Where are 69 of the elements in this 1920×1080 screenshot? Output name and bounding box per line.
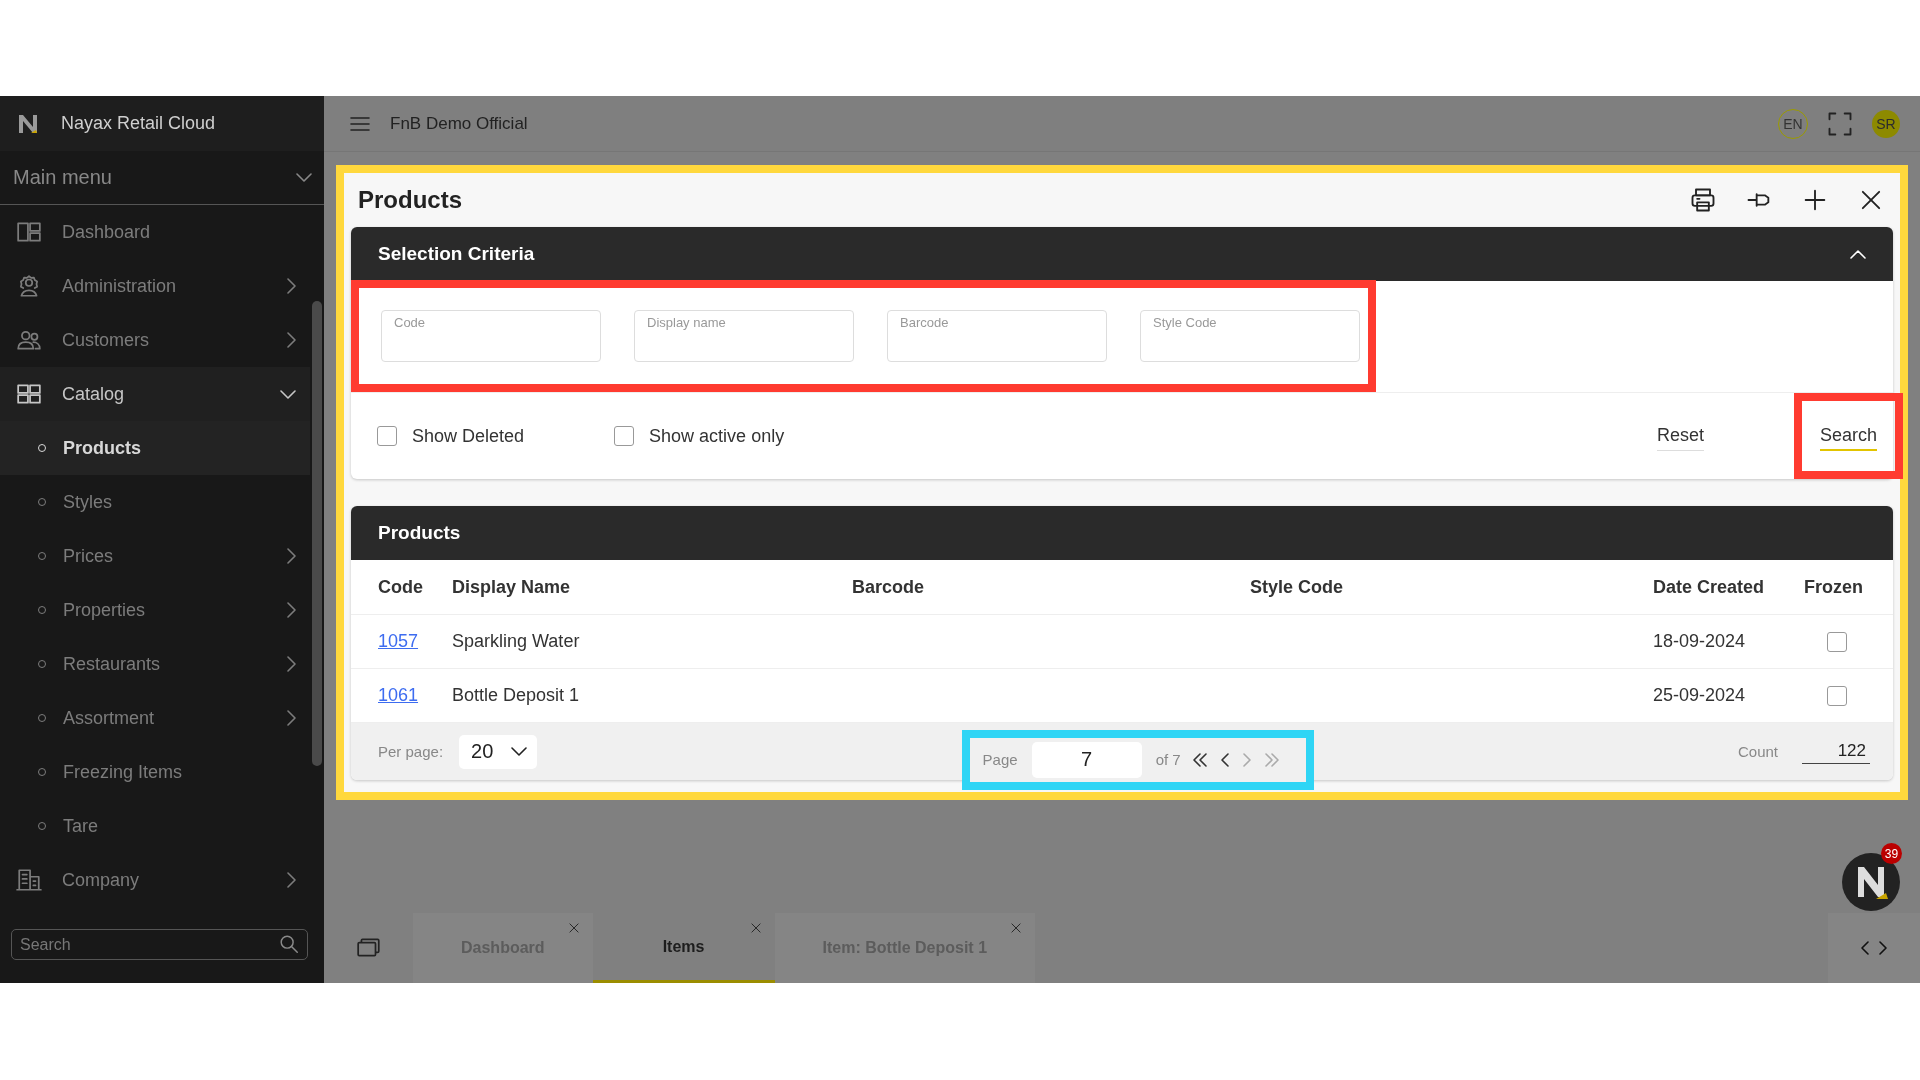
checkbox-label: Show Deleted xyxy=(412,425,525,447)
submenu-item[interactable]: Restaurants xyxy=(0,637,310,691)
submenu-item[interactable]: Assortment xyxy=(0,691,310,745)
page-input[interactable]: 7 xyxy=(1031,741,1142,778)
checkbox[interactable] xyxy=(614,426,635,446)
submenu-item[interactable]: Products xyxy=(0,421,310,475)
table-cell-text: 25-09-2024 xyxy=(1653,685,1747,706)
code-link[interactable]: 1061 xyxy=(378,685,419,705)
search-button[interactable]: Search xyxy=(1819,421,1877,451)
submenu-item[interactable]: Styles xyxy=(0,475,310,529)
checkbox[interactable] xyxy=(377,426,397,446)
grid-icon xyxy=(16,381,42,407)
print-icon[interactable] xyxy=(1689,186,1717,214)
column-header: Frozen xyxy=(1804,576,1864,598)
search-icon xyxy=(278,933,300,955)
input-field[interactable]: Code xyxy=(381,310,601,362)
code-link[interactable]: 1057 xyxy=(378,631,419,651)
checkbox[interactable] xyxy=(1827,631,1847,652)
reset-button[interactable]: Reset xyxy=(1656,421,1704,451)
submenu-item[interactable]: Freezing Items xyxy=(0,745,310,799)
input-field[interactable]: Display name xyxy=(634,310,854,362)
user-avatar[interactable]: SR xyxy=(1872,109,1900,138)
section-header: Products xyxy=(351,506,1893,560)
caret-icon xyxy=(511,747,528,756)
double-chevron-right-icon xyxy=(1264,752,1279,767)
sidebar-item[interactable]: Dashboard xyxy=(0,205,310,259)
per-page-select[interactable]: 20 xyxy=(459,734,538,769)
sidebar-item[interactable]: Catalog xyxy=(0,367,310,421)
chevron-left-icon[interactable] xyxy=(1861,941,1869,955)
double-chevron-left-icon xyxy=(1192,752,1207,767)
per-page-label: Per page: xyxy=(378,743,444,760)
column-header: Date Created xyxy=(1653,576,1766,598)
submenu-item[interactable]: Tare xyxy=(0,799,310,853)
table-cell-text: Sparkling Water xyxy=(452,631,581,652)
chevron-icon xyxy=(1850,249,1866,259)
building-icon xyxy=(16,867,42,893)
submenu-item[interactable]: Properties xyxy=(0,583,310,637)
column-header: Display Name xyxy=(452,576,572,598)
input-field[interactable]: Style Code xyxy=(1140,310,1360,362)
table-cell-text: 18-09-2024 xyxy=(1653,631,1747,652)
table-cell-text: Bottle Deposit 1 xyxy=(452,685,581,706)
submenu-item[interactable]: Prices xyxy=(0,529,310,583)
chevron-left-icon xyxy=(1220,752,1229,767)
count-value: 122 xyxy=(1802,739,1870,764)
page-nav-button[interactable] xyxy=(1218,752,1231,767)
store-name: FnB Demo Official xyxy=(390,113,529,134)
input-field[interactable]: Barcode xyxy=(887,310,1107,362)
scrollbar[interactable] xyxy=(312,301,322,766)
chevron-right-icon[interactable] xyxy=(1879,941,1887,955)
checkbox[interactable] xyxy=(1827,685,1847,706)
page-total: of 7 xyxy=(1155,751,1181,768)
page-label: Page xyxy=(982,751,1018,768)
sidebar-item[interactable]: Administration xyxy=(0,259,310,313)
column-header: Code xyxy=(378,576,424,598)
column-header: Style Code xyxy=(1250,576,1345,598)
section-header[interactable]: Selection Criteria xyxy=(351,227,1893,281)
column-header: Barcode xyxy=(852,576,926,598)
sidebar-item[interactable]: Company xyxy=(0,853,310,907)
brand-name: Nayax Retail Cloud xyxy=(61,113,216,134)
panel-title: Products xyxy=(358,186,463,214)
sidebar-item[interactable]: Customers xyxy=(0,313,310,367)
notification-badge: 39 xyxy=(1881,843,1902,864)
count-label: Count xyxy=(1737,743,1778,760)
checkbox-label: Show active only xyxy=(649,425,785,447)
brand-logo-icon xyxy=(17,112,39,135)
page-nav-button[interactable] xyxy=(1190,752,1209,767)
search-field[interactable]: Search xyxy=(11,929,308,960)
chevron-right-icon xyxy=(1242,752,1251,767)
layout-icon xyxy=(16,219,42,245)
